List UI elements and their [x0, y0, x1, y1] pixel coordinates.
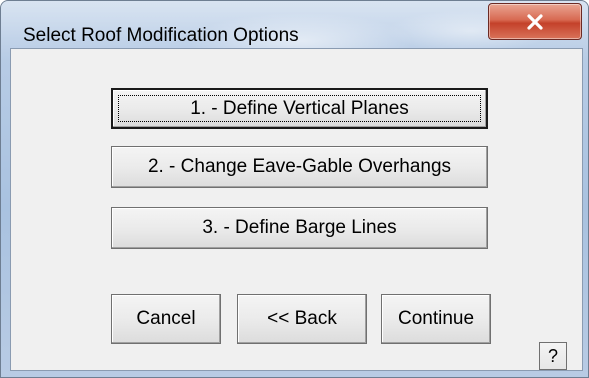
define-vertical-planes-button[interactable]: 1. - Define Vertical Planes	[111, 88, 488, 129]
define-barge-lines-label: 3. - Define Barge Lines	[202, 217, 397, 238]
back-button[interactable]: << Back	[237, 294, 367, 344]
continue-label: Continue	[397, 308, 475, 329]
change-eave-gable-overhangs-button[interactable]: 2. - Change Eave-Gable Overhangs	[111, 146, 488, 188]
help-label: ?	[547, 345, 558, 366]
cancel-button[interactable]: Cancel	[111, 294, 221, 344]
define-vertical-planes-label: 1. - Define Vertical Planes	[190, 97, 409, 119]
continue-button[interactable]: Continue	[381, 294, 491, 344]
change-eave-gable-overhangs-label: 2. - Change Eave-Gable Overhangs	[147, 156, 452, 177]
cancel-label: Cancel	[136, 308, 196, 329]
back-label: << Back	[267, 308, 337, 329]
window-title: Select Roof Modification Options	[23, 25, 299, 46]
help-button[interactable]: ?	[539, 342, 567, 370]
dialog-window: Select Roof Modification Options 1. - De…	[0, 0, 589, 378]
close-icon	[527, 13, 543, 30]
close-button[interactable]	[488, 3, 582, 40]
define-barge-lines-button[interactable]: 3. - Define Barge Lines	[111, 207, 488, 249]
